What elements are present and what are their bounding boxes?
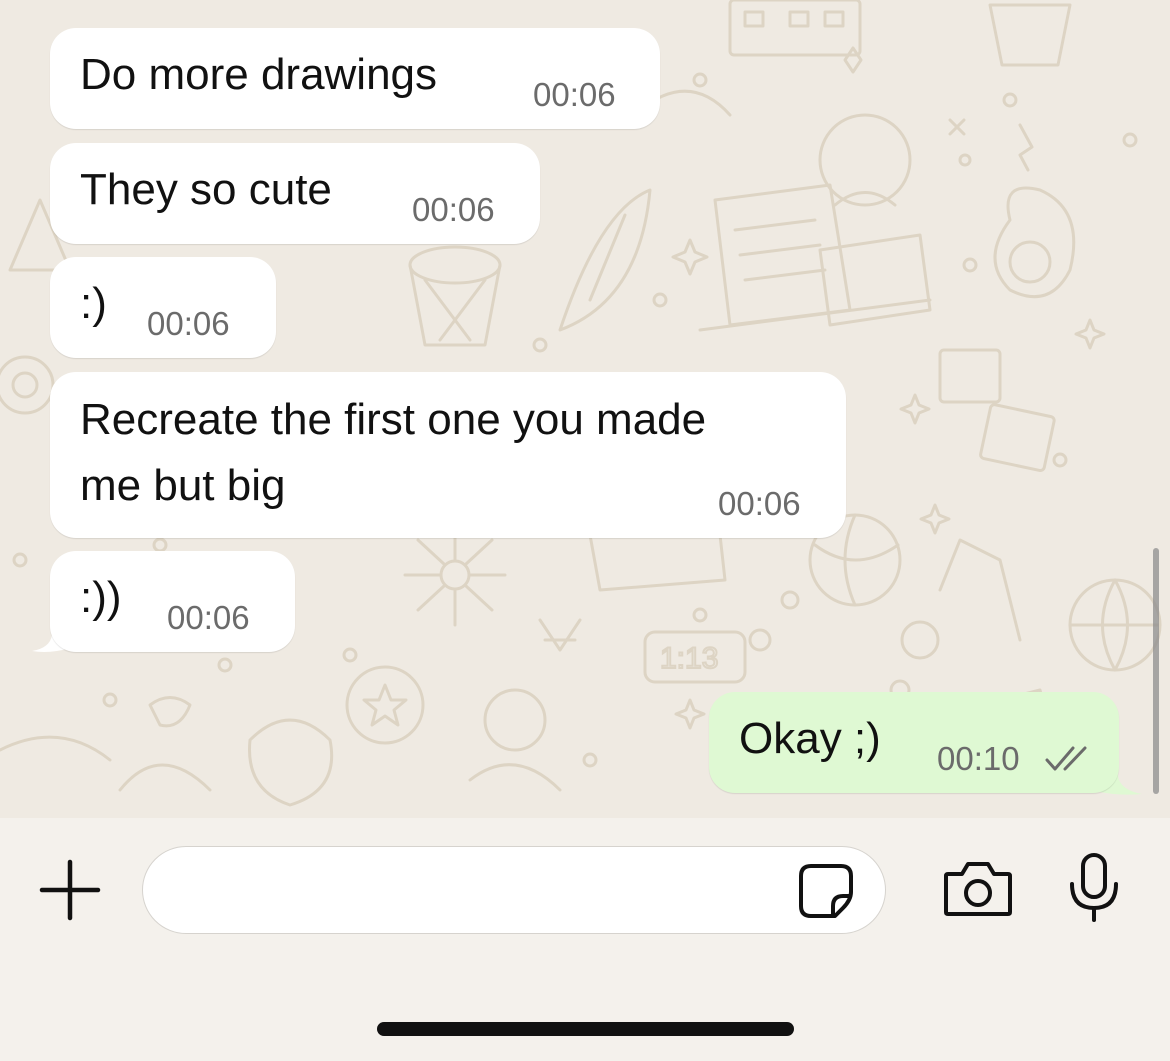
message-timestamp: 00:06 (533, 76, 616, 113)
chat-area[interactable]: 1:13 Do more drawings 00:06 They so cute… (0, 0, 1170, 818)
message-input[interactable] (142, 846, 886, 934)
message-text-line-2: me but big (80, 461, 286, 510)
message-text: Okay ;) (739, 714, 881, 763)
camera-icon[interactable] (942, 858, 1014, 918)
message-text: Do more drawings (80, 50, 438, 99)
home-indicator (377, 1022, 794, 1036)
incoming-message[interactable]: :)) 00:06 (50, 551, 295, 652)
message-timestamp: 00:10 (937, 740, 1020, 777)
microphone-icon[interactable] (1066, 852, 1122, 924)
incoming-message[interactable]: :) 00:06 (50, 257, 276, 358)
message-text: They so cute (80, 165, 332, 214)
sticker-icon[interactable] (797, 862, 855, 920)
message-timestamp: 00:06 (412, 191, 495, 228)
incoming-message[interactable]: Do more drawings 00:06 (50, 28, 660, 129)
message-timestamp: 00:06 (147, 305, 230, 342)
message-timestamp: 00:06 (167, 599, 250, 636)
plus-icon[interactable] (38, 858, 102, 922)
message-text-line-1: Recreate the first one you made (80, 395, 707, 444)
incoming-message[interactable]: Recreate the first one you made me but b… (50, 372, 846, 538)
message-text: :) (80, 279, 107, 328)
message-timestamp: 00:06 (718, 485, 801, 522)
read-receipt-double-check-icon (1045, 746, 1087, 771)
scrollbar[interactable] (1153, 548, 1159, 794)
message-text: :)) (80, 573, 122, 622)
incoming-message[interactable]: They so cute 00:06 (50, 143, 540, 244)
svg-text:1:13: 1:13 (660, 642, 718, 675)
outgoing-message[interactable]: Okay ;) 00:10 (709, 692, 1119, 793)
